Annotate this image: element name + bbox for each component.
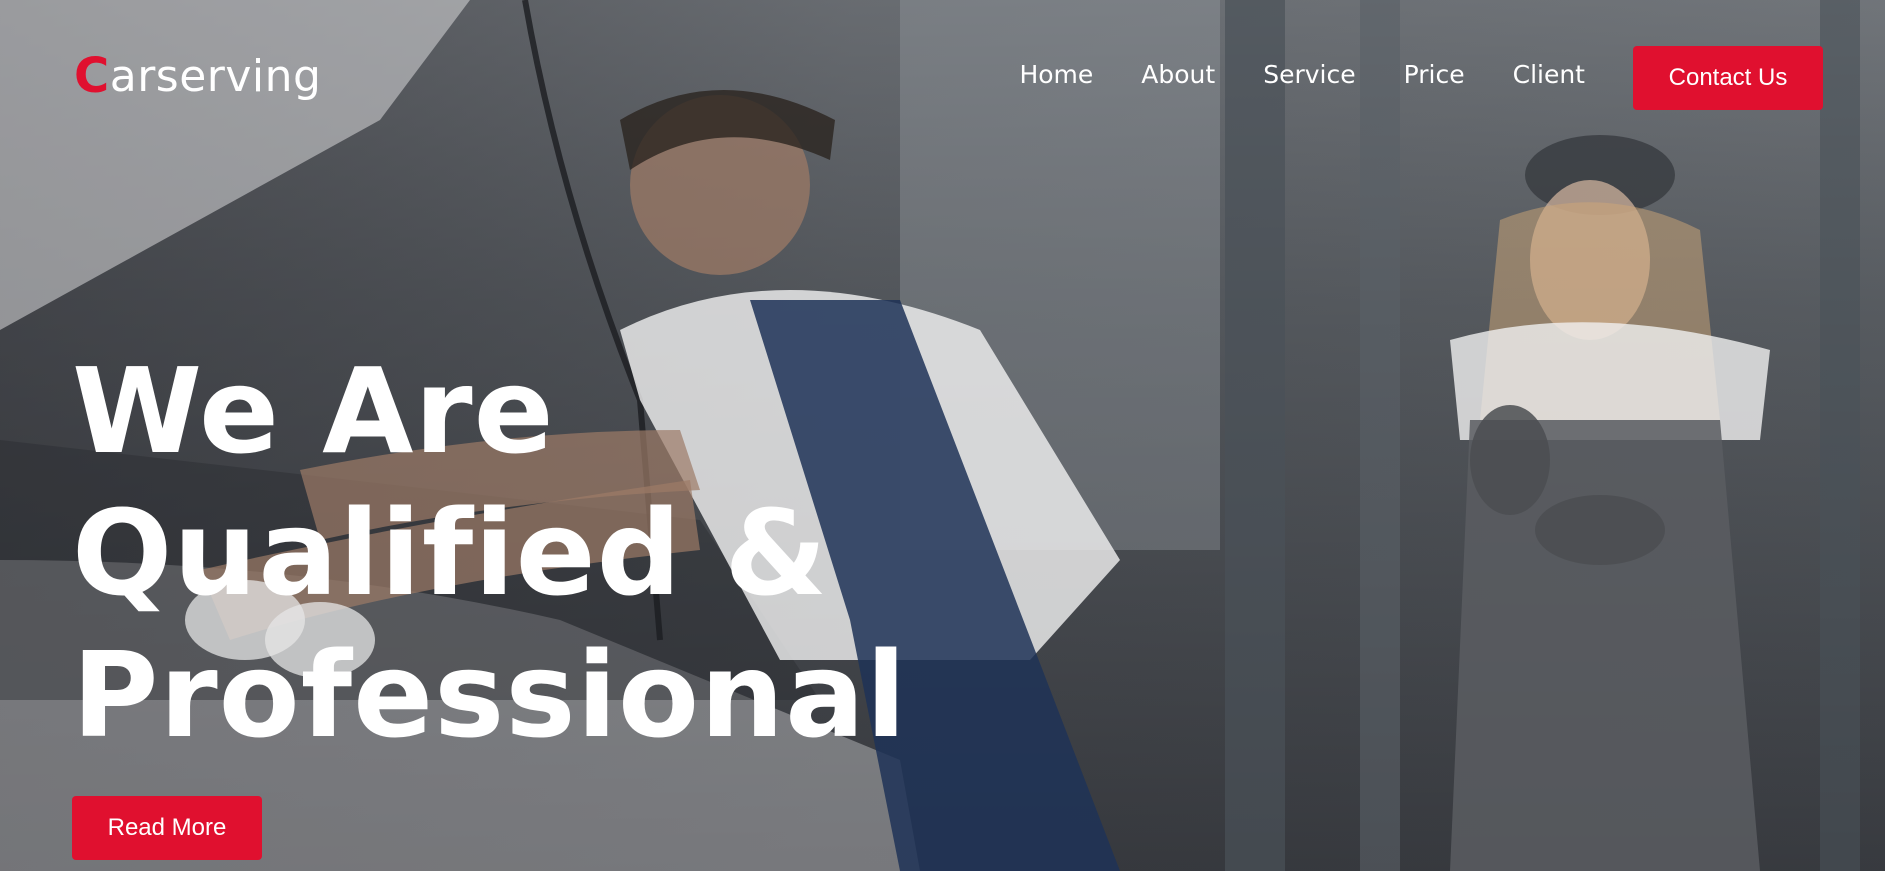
read-more-button[interactable]: Read More — [72, 796, 262, 860]
nav-link-service[interactable]: Service — [1263, 60, 1355, 89]
logo-text: arserving — [109, 50, 322, 102]
logo-mark: C — [74, 48, 110, 104]
nav-link-price[interactable]: Price — [1404, 60, 1465, 89]
nav-link-about[interactable]: About — [1141, 60, 1215, 89]
nav-link-client[interactable]: Client — [1513, 60, 1585, 89]
brand-logo[interactable]: C arserving — [74, 48, 321, 104]
site-header: C arserving Home About Service Price Cli… — [0, 0, 1885, 160]
headline-line-3: Professional — [72, 626, 908, 764]
nav-link-home[interactable]: Home — [1019, 60, 1093, 89]
main-nav: Home About Service Price Client — [971, 60, 1585, 89]
contact-us-button[interactable]: Contact Us — [1633, 46, 1823, 110]
hero-headline: We Are Qualified & Professional — [72, 340, 907, 766]
headline-line-2: Qualified & — [72, 484, 829, 622]
headline-line-1: We Are — [72, 342, 555, 480]
